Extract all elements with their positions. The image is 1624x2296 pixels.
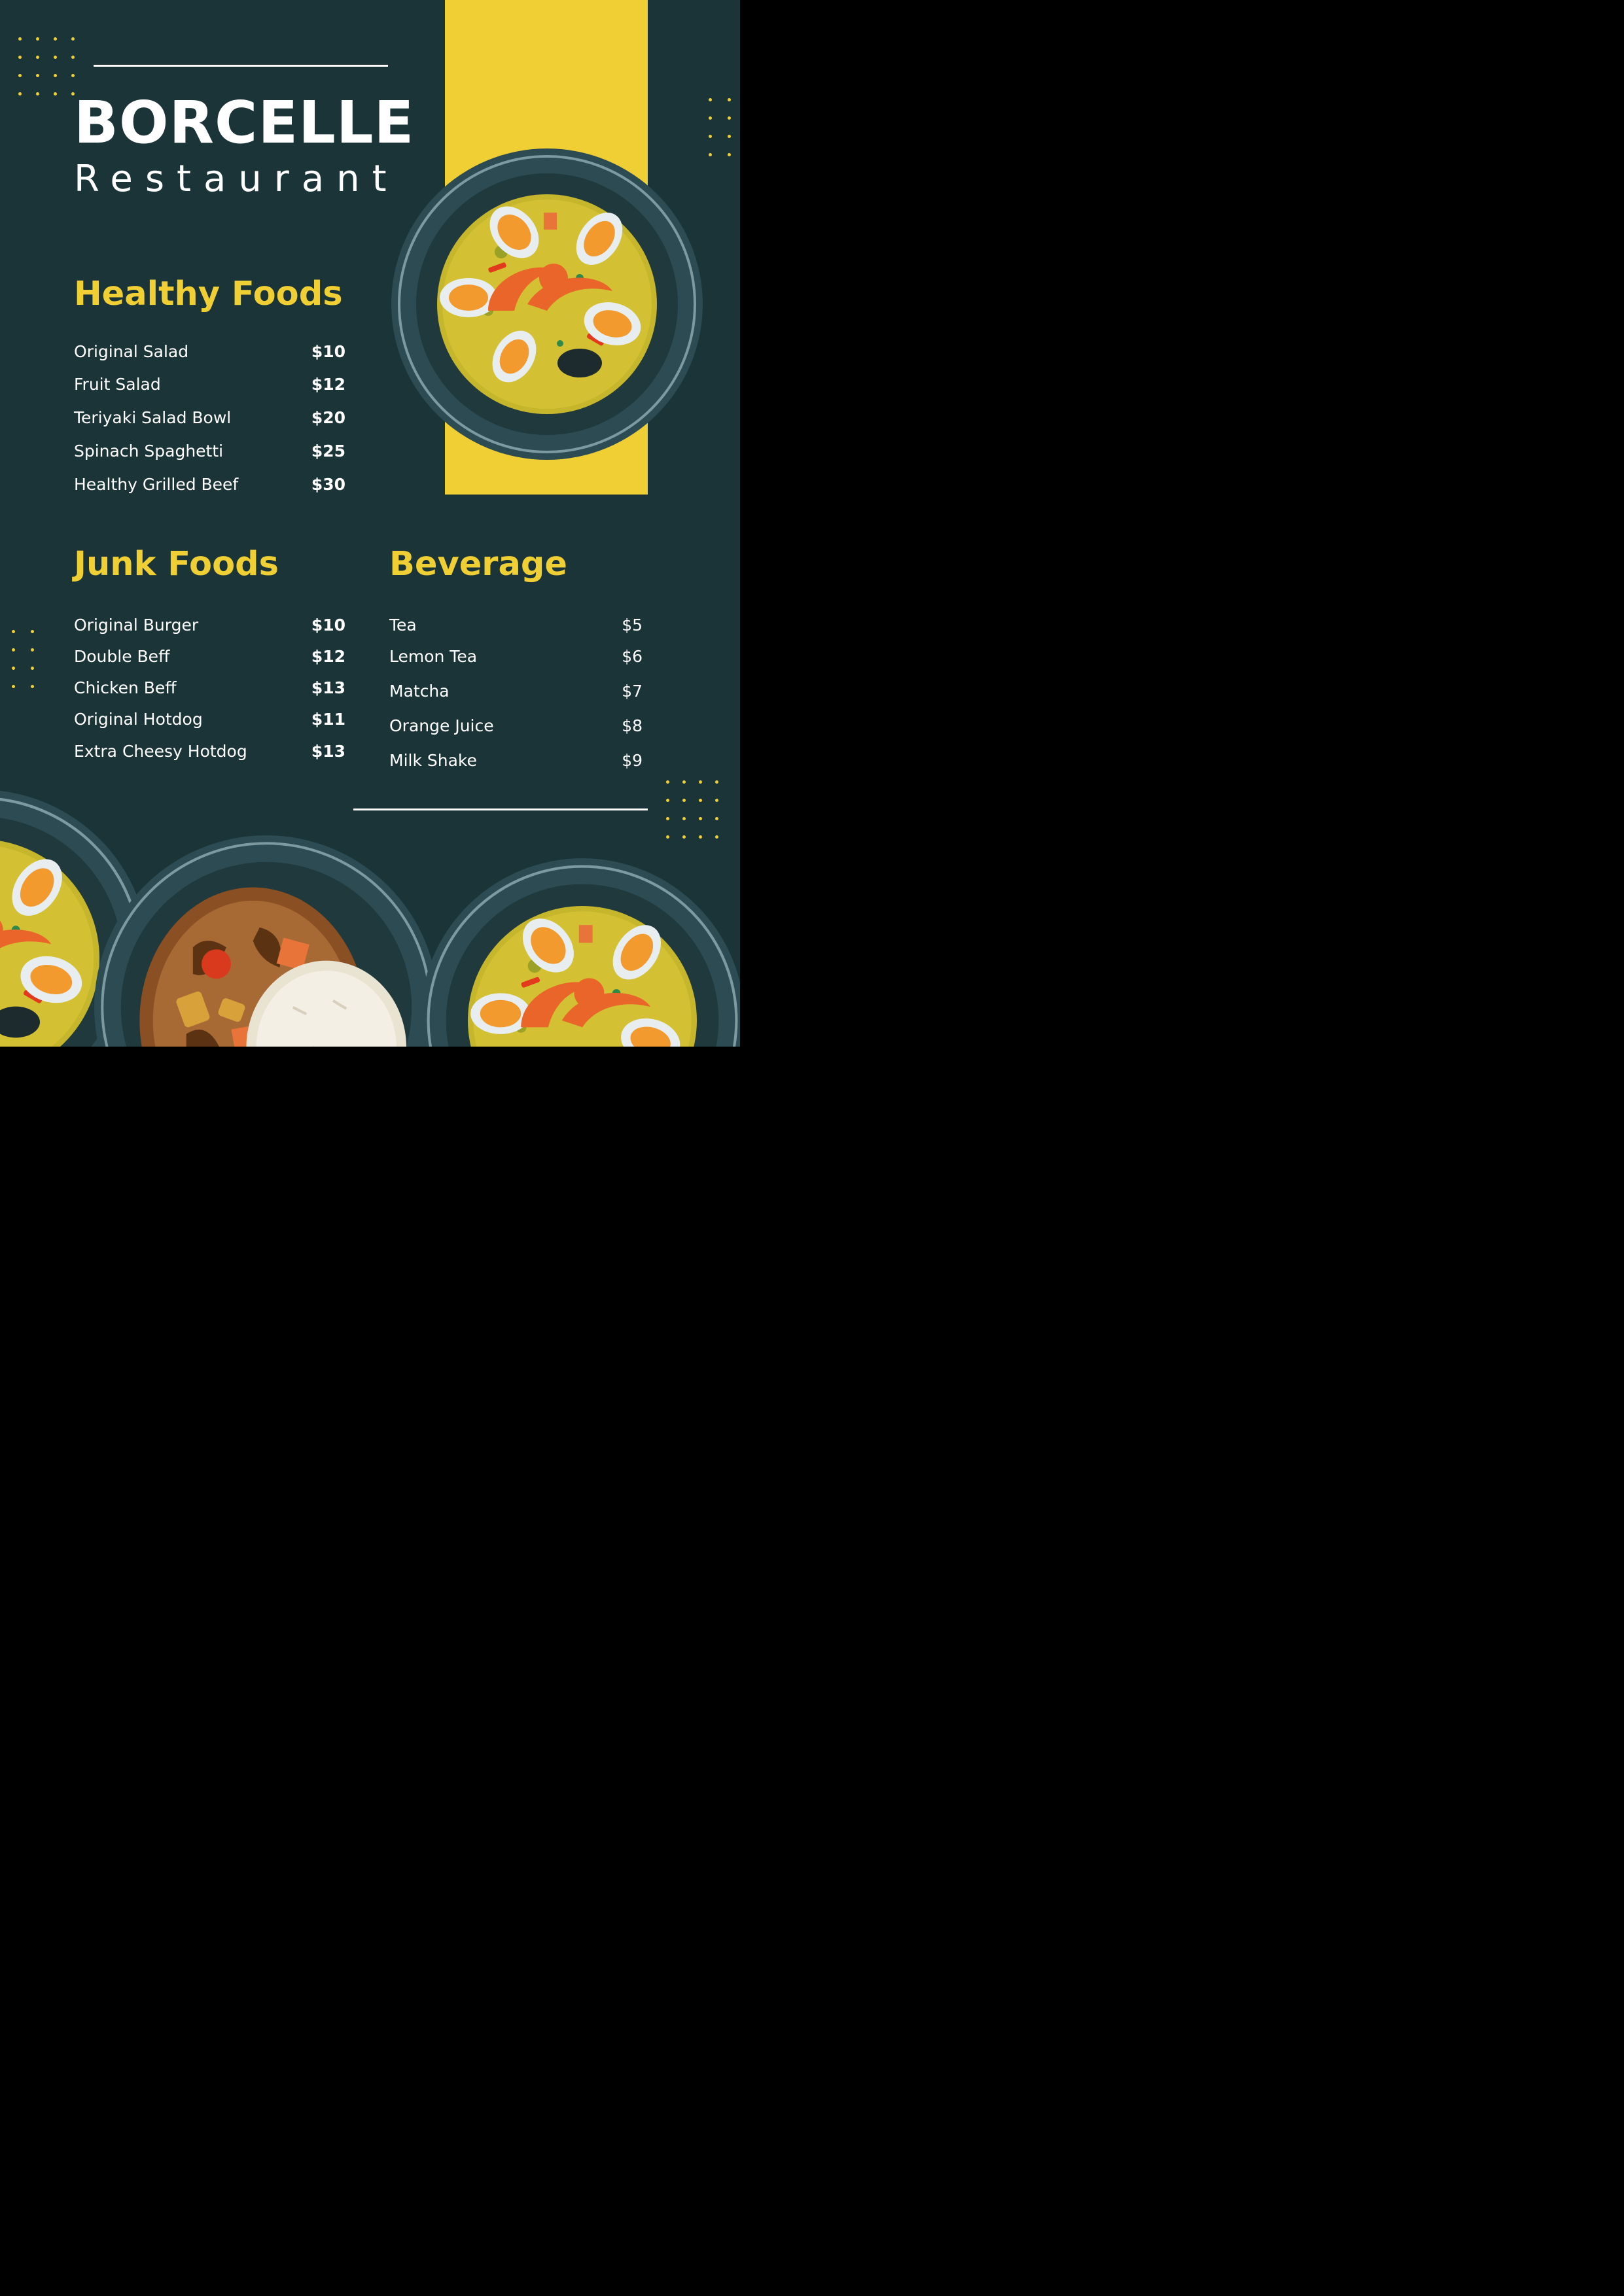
curry-rice-plate-icon xyxy=(93,834,440,1047)
brand-subtitle: Restaurant xyxy=(74,158,399,200)
item-price: $11 xyxy=(311,709,345,729)
section-title-healthy: Healthy Foods xyxy=(74,275,343,313)
item-name: Orange Juice xyxy=(389,716,494,735)
list-item: Chicken Beff $13 xyxy=(74,676,345,699)
item-price: $13 xyxy=(311,678,345,697)
item-name: Double Beff xyxy=(74,646,170,666)
title-divider xyxy=(94,65,388,67)
item-price: $8 xyxy=(622,716,643,735)
item-price: $10 xyxy=(311,615,345,635)
list-item: Orange Juice $8 xyxy=(389,714,643,737)
item-name: Milk Shake xyxy=(389,750,477,770)
item-price: $9 xyxy=(622,750,643,770)
dot-pattern-top-right xyxy=(709,98,731,156)
item-price: $25 xyxy=(311,441,345,461)
list-item: Lemon Tea $6 xyxy=(389,644,643,668)
menu-poster: BORCELLE Restaurant Healthy Foods Origin… xyxy=(0,0,740,1047)
item-price: $30 xyxy=(311,474,345,494)
section-title-junk: Junk Foods xyxy=(74,545,279,583)
item-name: Original Burger xyxy=(74,615,199,635)
section-title-beverage: Beverage xyxy=(389,545,567,583)
item-name: Fruit Salad xyxy=(74,374,161,394)
item-price: $10 xyxy=(311,341,345,361)
list-item: Teriyaki Salad Bowl $20 xyxy=(74,406,345,429)
item-name: Tea xyxy=(389,615,417,635)
dot-pattern-bottom-right xyxy=(666,780,718,839)
dot-pattern-top-left xyxy=(18,37,75,96)
list-item: Matcha $7 xyxy=(389,679,643,703)
brand-name: BORCELLE xyxy=(74,88,415,156)
paella-plate-icon xyxy=(390,147,704,461)
item-price: $13 xyxy=(311,741,345,761)
paella-plate-icon xyxy=(419,857,740,1047)
beverage-divider xyxy=(353,809,648,810)
item-price: $5 xyxy=(622,615,643,635)
item-name: Matcha xyxy=(389,681,450,701)
item-name: Original Salad xyxy=(74,341,189,361)
item-name: Healthy Grilled Beef xyxy=(74,474,239,494)
list-item: Spinach Spaghetti $25 xyxy=(74,439,345,462)
list-item: Milk Shake $9 xyxy=(389,748,643,772)
list-item: Original Burger $10 xyxy=(74,613,345,636)
item-price: $12 xyxy=(311,374,345,394)
list-item: Double Beff $12 xyxy=(74,644,345,668)
item-price: $12 xyxy=(311,646,345,666)
list-item: Original Hotdog $11 xyxy=(74,707,345,731)
item-price: $7 xyxy=(622,681,643,701)
item-name: Spinach Spaghetti xyxy=(74,441,224,461)
list-item: Fruit Salad $12 xyxy=(74,372,345,396)
item-name: Chicken Beff xyxy=(74,678,177,697)
item-name: Lemon Tea xyxy=(389,646,478,666)
item-name: Teriyaki Salad Bowl xyxy=(74,408,232,427)
item-price: $20 xyxy=(311,408,345,427)
item-name: Extra Cheesy Hotdog xyxy=(74,741,247,761)
list-item: Healthy Grilled Beef $30 xyxy=(74,472,345,496)
list-item: Extra Cheesy Hotdog $13 xyxy=(74,739,345,763)
item-price: $6 xyxy=(622,646,643,666)
item-name: Original Hotdog xyxy=(74,709,203,729)
dot-pattern-left xyxy=(12,630,34,688)
list-item: Original Salad $10 xyxy=(74,339,345,363)
list-item: Tea $5 xyxy=(389,613,643,636)
